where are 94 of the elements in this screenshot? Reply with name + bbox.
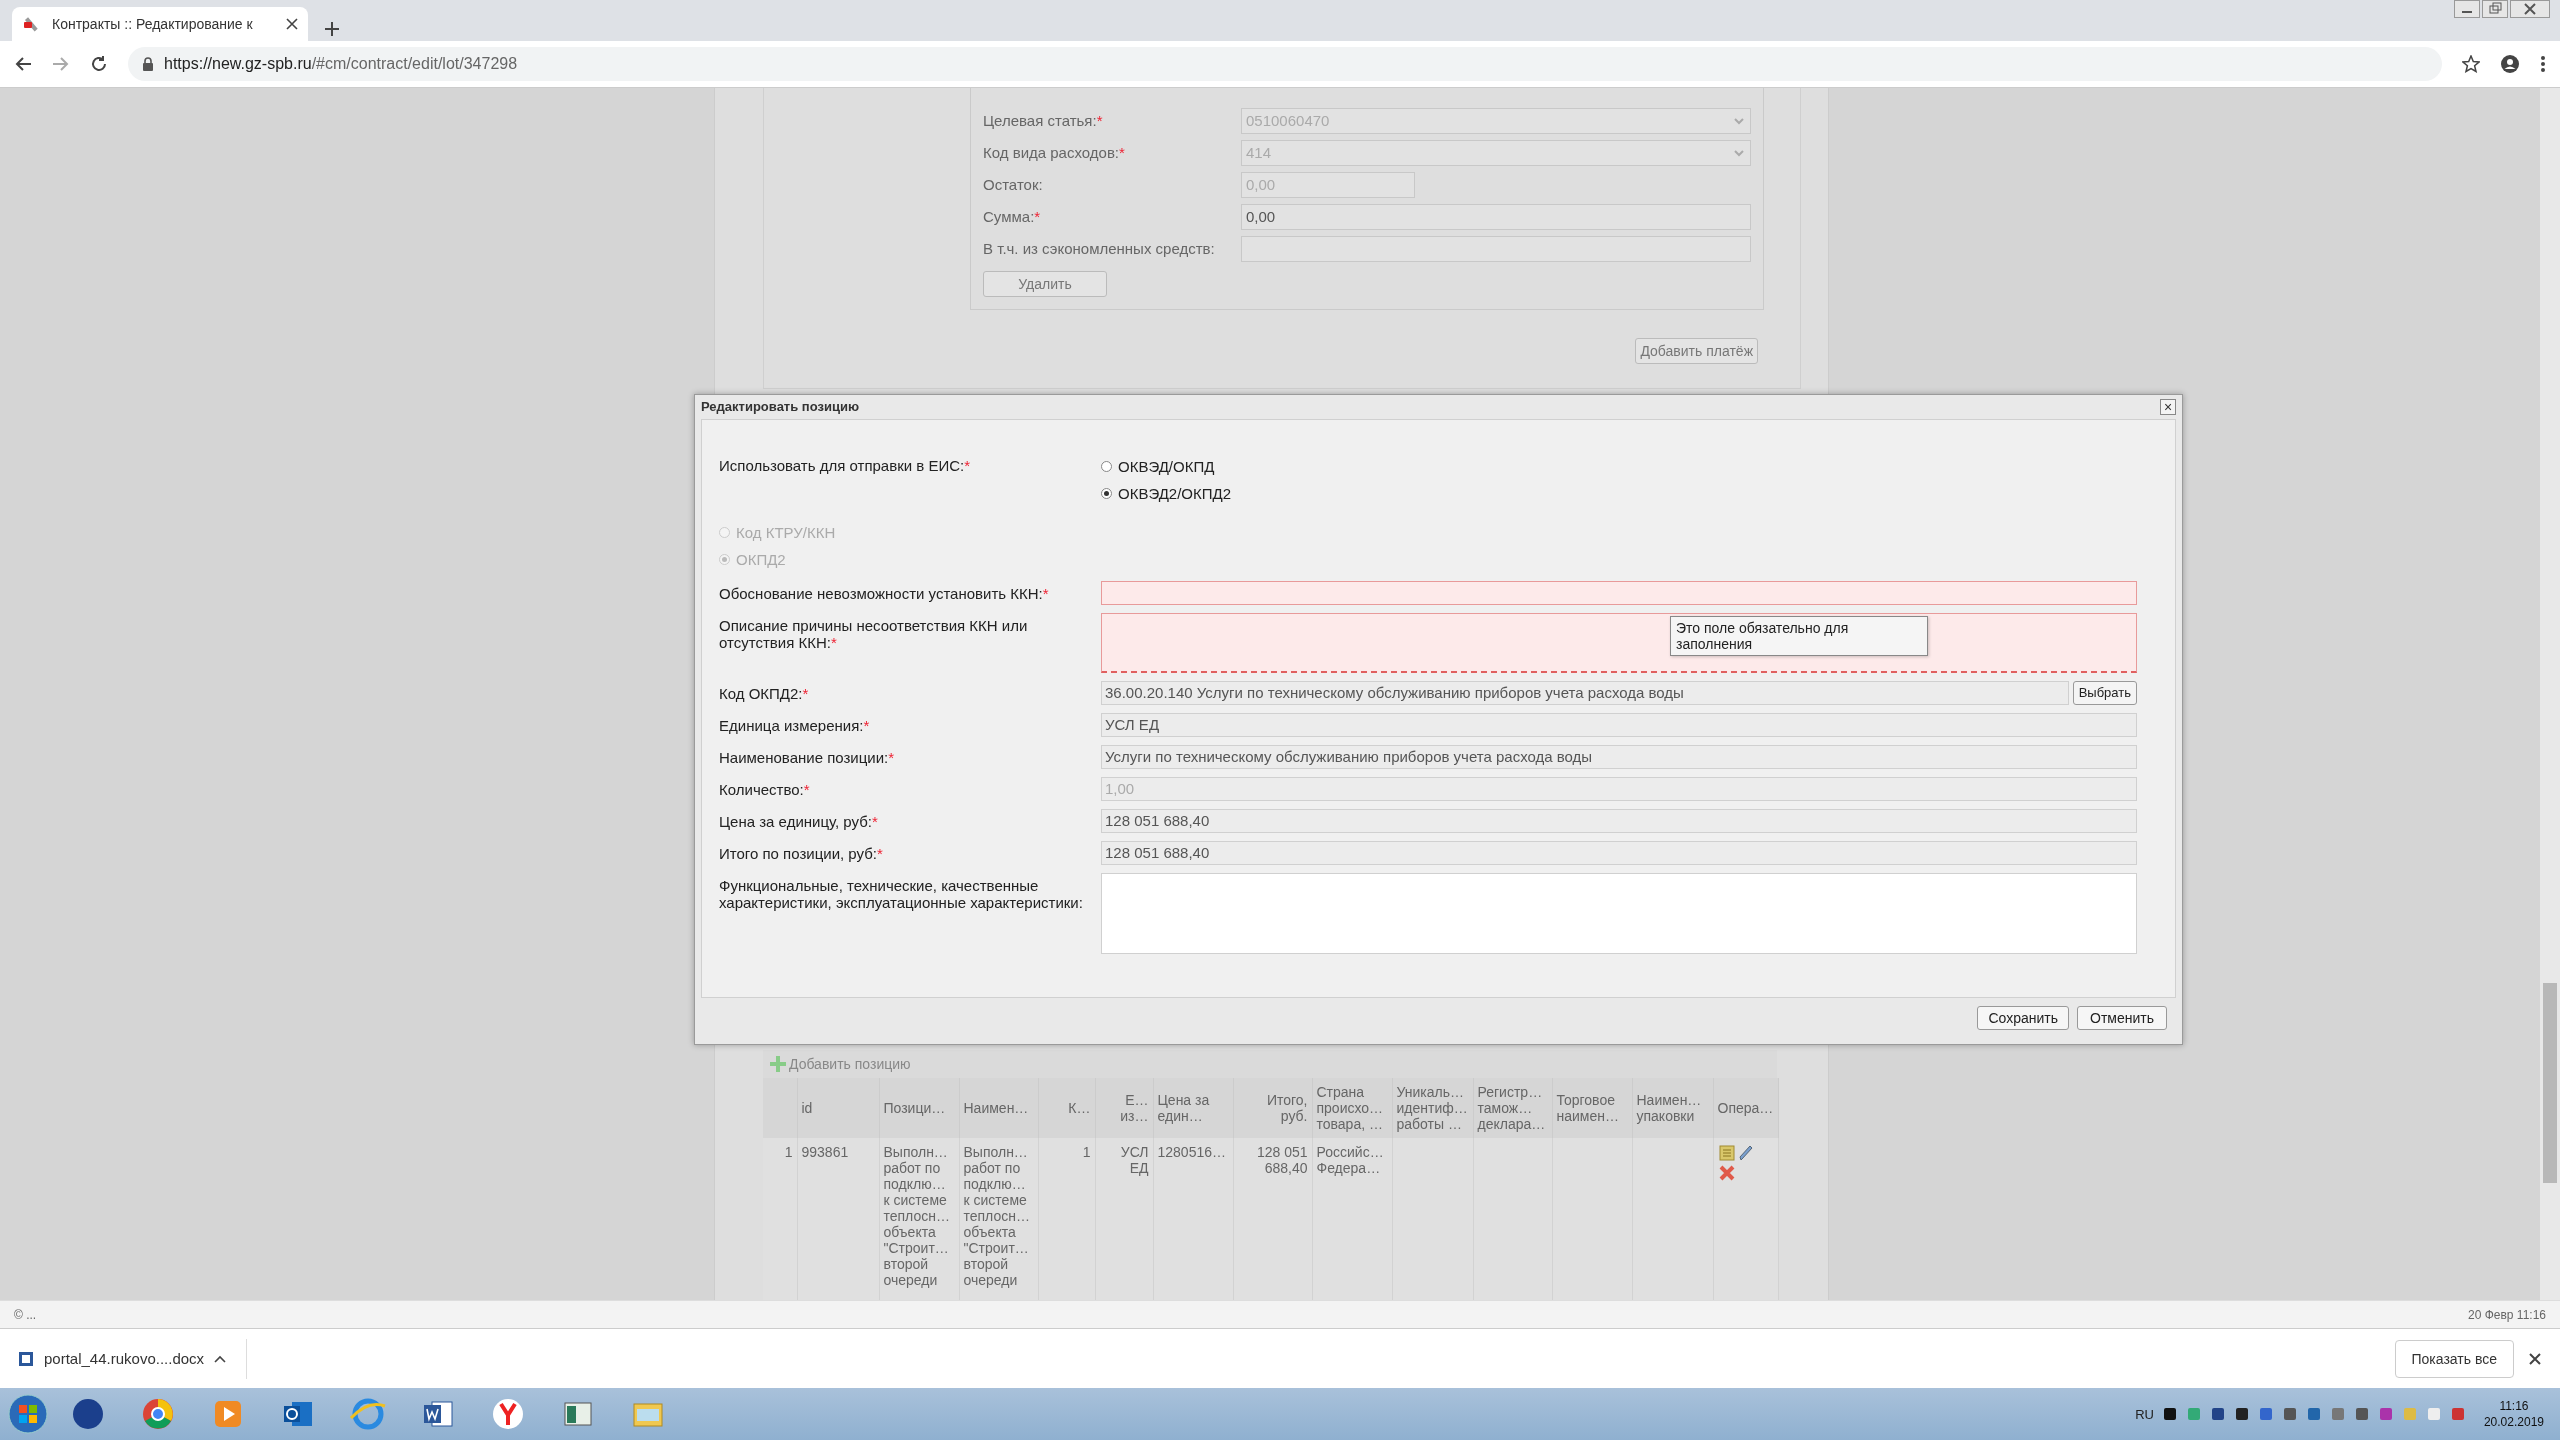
field-label: Наименование позиции:*	[719, 747, 896, 768]
document-icon	[18, 1350, 34, 1367]
column-header[interactable]: Итого, руб.	[1233, 1077, 1312, 1138]
menu-icon[interactable]	[2540, 54, 2546, 73]
close-button[interactable]: ×	[2160, 398, 2176, 415]
save-button[interactable]: Сохранить	[1977, 1005, 2069, 1030]
column-header[interactable]: Наимен… упаковки	[1632, 1077, 1713, 1138]
input-field[interactable]: 128 051 688,40	[1101, 840, 2137, 865]
start-orb-icon[interactable]	[6, 1392, 50, 1437]
column-header[interactable]: Наимен…	[959, 1077, 1038, 1138]
star-icon[interactable]	[2462, 54, 2480, 73]
column-header[interactable]: Регистр… тамож… деклара…	[1473, 1077, 1552, 1138]
table-cell: Выполн… работ по подклю… к системе теплосн… объекта "Строит… второй очереди	[959, 1137, 1038, 1300]
input-field[interactable]: 128 051 688,40	[1101, 808, 2137, 833]
field-label: Остаток:	[983, 176, 1044, 194]
radio-option[interactable]: ОКВЭД/ОКПД	[1101, 452, 2137, 480]
file-name: portal_44.rukovo....docx	[44, 1350, 205, 1368]
column-header[interactable]: Опера…	[1713, 1077, 1778, 1138]
input-field[interactable]: 36.00.20.140 Услуги по техническому обслуживанию приборов учета расхода воды	[1101, 680, 2069, 705]
input-field[interactable]	[1241, 235, 1751, 262]
status-text: © ...	[14, 1307, 37, 1322]
column-header[interactable]: К…	[1038, 1077, 1095, 1138]
show-all-button[interactable]: Показать все	[2394, 1339, 2514, 1378]
column-header[interactable]: Позици…	[879, 1077, 959, 1138]
column-header[interactable]: Уникаль… идентиф… работы …	[1392, 1077, 1473, 1138]
table-cell: 128 051 688,40	[1233, 1137, 1312, 1300]
column-header[interactable]: Е… из…	[1095, 1077, 1153, 1138]
close-icon[interactable]	[2528, 1351, 2542, 1366]
radio-dot[interactable]	[1101, 487, 1112, 499]
column-header[interactable]: Торговое наимен…	[1552, 1077, 1632, 1138]
plus-icon	[769, 1054, 787, 1073]
browser-tab[interactable]: Контракты :: Редактирование к	[12, 6, 308, 41]
text-area[interactable]: Это поле обязательно для заполнения	[1101, 612, 2137, 673]
forward-arrow-icon[interactable]	[52, 54, 70, 73]
tab-title: Контракты :: Редактирование к	[52, 15, 254, 32]
column-header[interactable]: Цена за един…	[1153, 1077, 1233, 1138]
minimize-icon[interactable]	[2454, 0, 2480, 18]
select-button[interactable]: Выбрать	[2072, 680, 2137, 705]
table-cell: 993861	[797, 1137, 879, 1300]
clock[interactable]: 11:16 20.02.2019	[2473, 1399, 2554, 1430]
column-header[interactable]: Страна происхо… товара, …	[1312, 1077, 1392, 1138]
download-item[interactable]: portal_44.rukovo....docx	[18, 1338, 248, 1379]
field-label: Цена за единицу, руб:*	[719, 811, 879, 832]
row-number: 1	[763, 1137, 797, 1300]
close-icon[interactable]	[286, 17, 298, 30]
column-header[interactable]: id	[797, 1077, 879, 1138]
tray-icon[interactable]	[2209, 1406, 2226, 1423]
table-cell: УСЛ ЕД	[1095, 1137, 1153, 1300]
field-label: Код ОКПД2:*	[719, 683, 810, 704]
table-cell: 1	[1038, 1137, 1095, 1300]
field-label: В т.ч. из сэкономленных средств:	[983, 240, 1216, 258]
scroll-icon[interactable]	[1717, 1143, 1736, 1162]
close-icon[interactable]	[2510, 0, 2550, 18]
status-time: 20 Февр 11:16	[2468, 1307, 2546, 1322]
field-label: Функциональные, технические, качественные характеристики, эксплуатационные характеристики:	[719, 875, 1084, 913]
new-tab-icon[interactable]	[324, 20, 340, 37]
tray-icon[interactable]	[2233, 1406, 2250, 1423]
radio-dot[interactable]	[1101, 460, 1112, 472]
field-label: Описание причины несоответствия ККН или отсутствия ККН:*	[719, 615, 1029, 653]
field-label: Обоснование невозможности установить ККН:*	[719, 583, 1050, 604]
field-label: Код вида расходов:*	[983, 144, 1126, 162]
field-label: Целевая статья:*	[983, 112, 1104, 130]
radio-option[interactable]: ОКВЭД2/ОКПД2	[1101, 479, 2137, 507]
language-indicator[interactable]: RU	[2135, 1406, 2154, 1422]
input-field[interactable]: 0,00	[1241, 203, 1751, 230]
address-bar[interactable]: https://new.gz-spb.ru/#cm/contract/edit/lot/347298	[128, 46, 2442, 81]
restore-icon[interactable]	[2482, 0, 2508, 18]
field-label: Использовать для отправки в ЕИС:*	[719, 455, 972, 476]
delete-icon[interactable]	[1717, 1163, 1736, 1182]
input-field[interactable]	[1101, 580, 2137, 605]
lock-icon	[142, 56, 154, 71]
pencil-icon[interactable]	[1737, 1143, 1754, 1162]
caret-icon[interactable]	[214, 1354, 227, 1363]
table-cell: Российс… Федера…	[1312, 1137, 1392, 1300]
scrollbar[interactable]	[2540, 87, 2560, 1300]
back-arrow-icon[interactable]	[14, 54, 32, 73]
field-label: Единица измерения:*	[719, 715, 871, 736]
add-position-label[interactable]: Добавить позицию	[789, 1055, 911, 1072]
account-icon[interactable]	[2500, 53, 2520, 74]
add-payment-button[interactable]: Добавить платёж	[1635, 337, 1758, 364]
input-field[interactable]: Услуги по техническому обслуживанию приборов учета расхода воды	[1101, 744, 2137, 769]
table-cell: 1280516…	[1153, 1137, 1233, 1300]
field-label: Количество:*	[719, 779, 811, 800]
url-text: https://new.gz-spb.ru/#cm/contract/edit/lot/347298	[164, 54, 518, 73]
input-field[interactable]: УСЛ ЕД	[1101, 712, 2137, 737]
tooltip: Это поле обязательно для заполнения	[1670, 615, 1928, 656]
reload-icon[interactable]	[90, 54, 108, 73]
dialog-title: Редактировать позицию	[701, 399, 859, 415]
delete-button[interactable]: Удалить	[983, 270, 1107, 297]
field-label: Итого по позиции, руб:*	[719, 843, 884, 864]
cancel-button[interactable]: Отменить	[2077, 1005, 2167, 1030]
field-label: Сумма:*	[983, 208, 1042, 226]
table-cell: Выполн… работ по подклю… к системе теплосн… объекта "Строит… второй очереди	[879, 1137, 959, 1300]
tray-icon[interactable]	[2161, 1406, 2178, 1423]
